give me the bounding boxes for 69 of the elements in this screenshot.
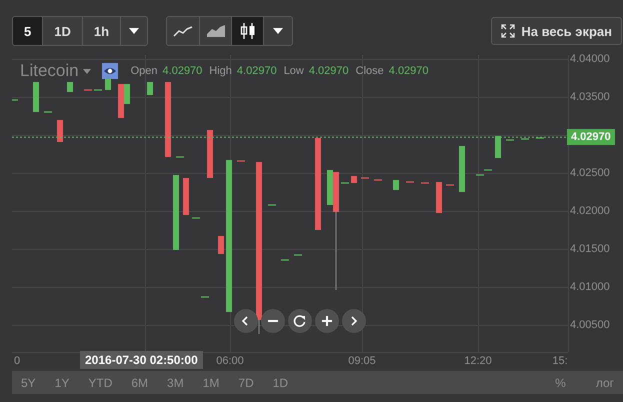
candle	[105, 78, 111, 90]
interval-dropdown-button[interactable]	[120, 17, 148, 45]
reset-button[interactable]	[288, 309, 312, 333]
scroll-left-button[interactable]	[234, 309, 258, 333]
chart-type-button[interactable]	[167, 17, 200, 45]
caret-icon	[273, 28, 284, 34]
reset-icon	[293, 314, 307, 328]
price-tick-label: 4.01000	[570, 281, 610, 293]
range-option[interactable]: 5Y	[21, 376, 36, 390]
caret-icon	[129, 28, 140, 34]
scroll-right-button[interactable]	[342, 309, 366, 333]
price-tick-label: 4.02000	[570, 205, 610, 217]
symbol-selector[interactable]: Litecoin	[20, 61, 91, 81]
time-tick-label: 12:20	[464, 355, 492, 367]
zoom-out-button[interactable]	[261, 309, 285, 333]
legend-label: Close	[356, 65, 384, 77]
price-tick-label: 4.01500	[570, 243, 610, 255]
interval-button[interactable]: 1D	[42, 17, 82, 45]
candle	[207, 130, 213, 178]
candle	[393, 180, 399, 190]
price-tick-label: 4.02500	[570, 167, 610, 179]
candle	[436, 182, 442, 213]
chart-type-button[interactable]	[231, 17, 264, 45]
time-tick-label: 0	[14, 355, 20, 367]
legend-label: Low	[284, 65, 304, 77]
zoom-in-button[interactable]	[315, 309, 339, 333]
legend-value: 4.02970	[308, 65, 349, 77]
area-chart-icon	[206, 24, 226, 38]
line-chart-icon	[173, 25, 194, 37]
legend-value: 4.02970	[388, 65, 429, 77]
candle	[351, 176, 357, 183]
candle	[67, 82, 73, 92]
range-option[interactable]: 7D	[238, 376, 254, 390]
chart-type-dropdown-button[interactable]	[263, 17, 292, 45]
zoom-in-icon	[320, 314, 334, 328]
eye-icon[interactable]	[102, 63, 118, 79]
range-option[interactable]: YTD	[88, 376, 112, 390]
fullscreen-button[interactable]: На весь экран	[491, 17, 622, 45]
candle	[495, 136, 501, 158]
legend-label: Open	[130, 65, 158, 77]
time-tick-label: 06:00	[216, 355, 244, 367]
candle	[57, 120, 63, 142]
scale-option[interactable]: лог	[596, 376, 614, 390]
time-tick-label: 09:05	[348, 355, 376, 367]
legend-value: 4.02970	[162, 65, 202, 77]
interval-button[interactable]: 5	[13, 17, 42, 45]
range-option[interactable]: 3M	[167, 376, 184, 390]
caret-icon	[82, 68, 91, 74]
fullscreen-icon	[501, 24, 516, 38]
candle	[183, 178, 189, 215]
legend-value: 4.02970	[236, 65, 277, 77]
range-option[interactable]: 1M	[202, 376, 220, 390]
current-price-label: 4.02970	[567, 129, 615, 146]
range-option[interactable]: 1D	[272, 376, 288, 390]
candle	[147, 82, 153, 95]
candle	[218, 236, 224, 254]
candlestick-icon	[240, 23, 256, 39]
scale-option[interactable]: %	[555, 376, 566, 390]
range-option[interactable]: 1Y	[54, 376, 70, 390]
time-tick-label: 15:	[552, 355, 568, 367]
crosshair-time-label: 2016-07-30 02:50:00	[80, 351, 203, 369]
candle	[459, 146, 465, 192]
legend-label: High	[209, 65, 232, 77]
interval-button[interactable]: 1h	[82, 17, 120, 45]
price-tick-label: 4.04000	[570, 53, 610, 65]
price-tick-label: 4.00500	[570, 319, 610, 331]
candle	[33, 82, 39, 112]
price-tick-label: 4.03500	[570, 91, 610, 103]
range-option[interactable]: 6M	[131, 376, 148, 390]
